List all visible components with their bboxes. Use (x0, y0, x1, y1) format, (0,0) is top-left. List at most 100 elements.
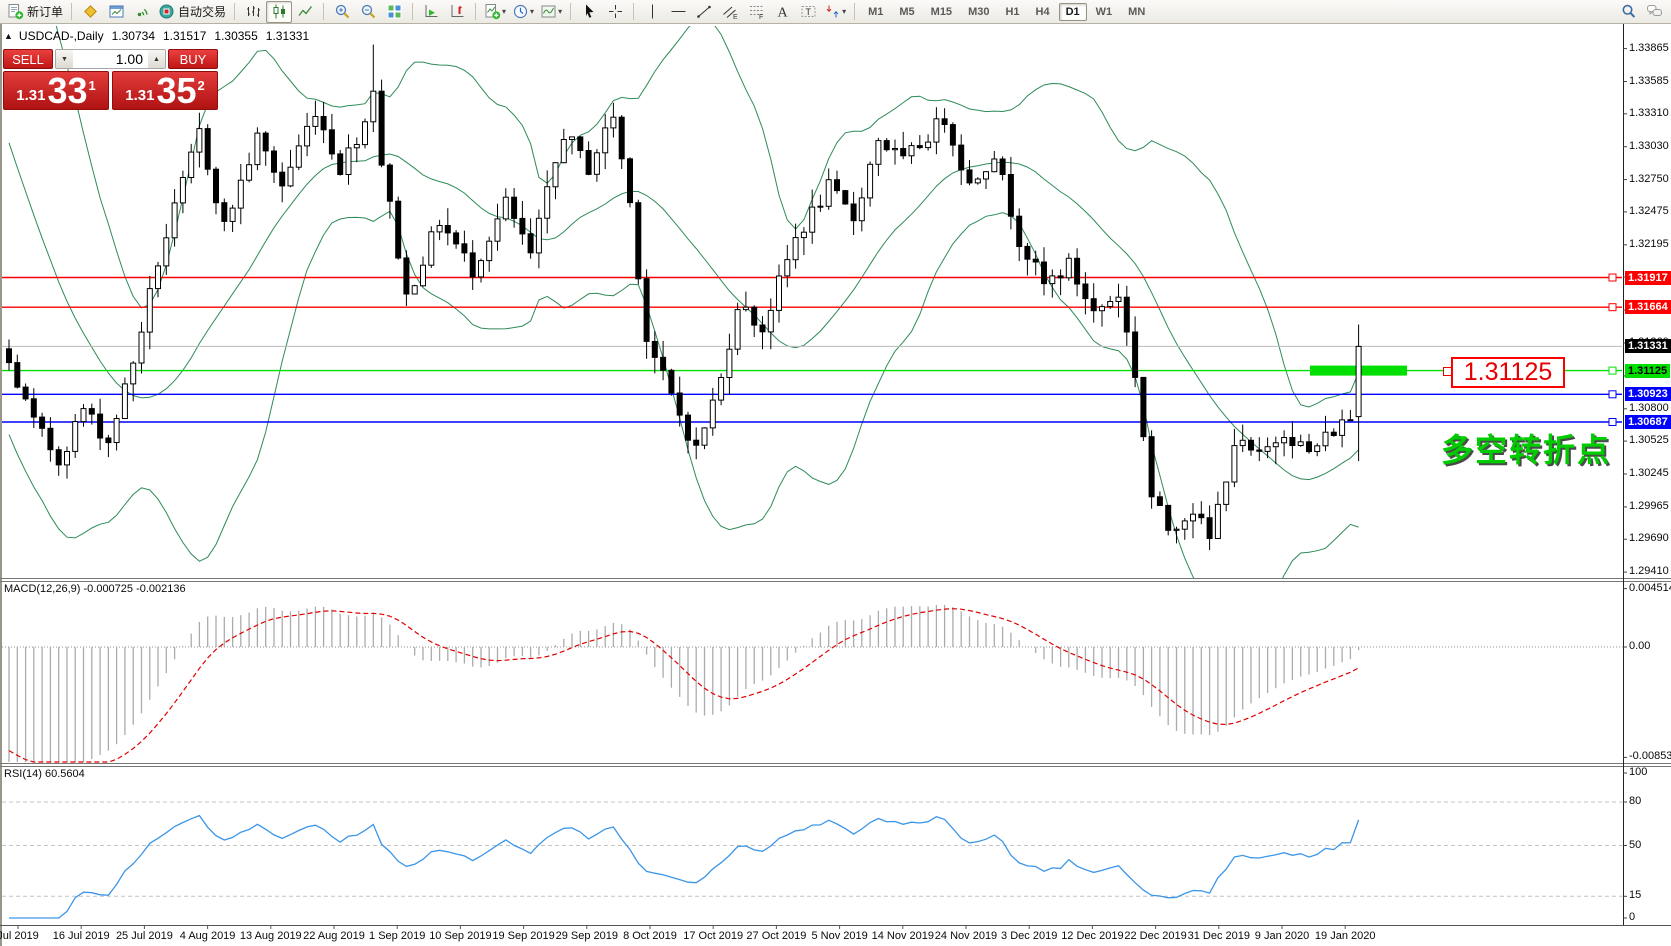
toolbar-separator (71, 3, 72, 20)
crosshair-button[interactable] (602, 1, 628, 23)
tile-windows-button[interactable] (381, 1, 407, 23)
svg-text:A: A (777, 6, 788, 21)
bull-bear-turning-point-text[interactable]: 多空转折点 (1441, 425, 1611, 471)
rsi-line[interactable] (9, 816, 1359, 918)
candles-chart-icon (271, 3, 288, 20)
deal-button[interactable] (77, 1, 103, 23)
buy-price-panel[interactable]: 1.31 35 2 (112, 71, 218, 110)
autoscroll-button[interactable] (418, 1, 444, 23)
timeframe-W1[interactable]: W1 (1089, 3, 1120, 21)
chevron-down-icon: ▾ (842, 7, 846, 16)
key-level-line-marker[interactable] (1609, 367, 1616, 374)
rsi-label: RSI(14) (4, 768, 42, 780)
toolbar-separator (323, 3, 324, 20)
volume-increase-button[interactable]: ▲ (148, 50, 165, 68)
zoom-in-icon (334, 3, 351, 20)
bollinger-middle-line (9, 143, 1359, 480)
line-chart-button[interactable] (292, 1, 318, 23)
sell-price-big: 33 (47, 74, 87, 107)
arrows-button[interactable]: ▾ (821, 1, 849, 23)
macd-value-main: -0.000725 (83, 583, 133, 595)
chart-shift-button[interactable] (444, 1, 470, 23)
toolbar-separator (412, 3, 413, 20)
zoom-out-icon (360, 3, 377, 20)
volume-input[interactable] (73, 50, 148, 68)
cursor-icon (581, 3, 598, 20)
candlestick-series[interactable] (7, 45, 1362, 551)
autoscroll-icon (423, 3, 440, 20)
timeframe-M30[interactable]: M30 (961, 3, 996, 21)
bars-chart-icon (245, 3, 262, 20)
text-icon: A (774, 3, 791, 20)
chart-icon: ▲ (4, 31, 13, 41)
chart-shift-icon (449, 3, 466, 20)
volume-stepper: ▼ ▲ (55, 49, 166, 69)
candles-chart-button[interactable] (266, 1, 292, 23)
signals-button[interactable] (129, 1, 155, 23)
ohlc-close: 1.31331 (266, 29, 309, 43)
ohlc-high: 1.31517 (163, 29, 206, 43)
sell-button[interactable]: SELL (3, 49, 53, 69)
channel-button[interactable]: E (717, 1, 743, 23)
timeframe-M5[interactable]: M5 (892, 3, 921, 21)
svg-text:F: F (759, 14, 763, 20)
main-toolbar: 新订单自动交易▾▾▾EFAT▾M1M5M15M30H1H4D1W1MN (0, 0, 1671, 24)
svg-text:T: T (805, 7, 811, 17)
chart-surface[interactable] (0, 0, 1671, 946)
macd-signal-line[interactable] (9, 609, 1359, 762)
resistance-line-2-marker[interactable] (1609, 304, 1616, 311)
text-button[interactable]: A (769, 1, 795, 23)
autotrade-label: 自动交易 (178, 3, 226, 20)
timeframe-D1[interactable]: D1 (1059, 3, 1087, 21)
rsi-value: 60.5604 (45, 768, 85, 780)
rsi-label-row: RSI(14) 60.5604 (4, 768, 85, 780)
hline-icon (670, 3, 687, 20)
search-button[interactable] (1615, 1, 1641, 23)
macd-value-signal: -0.002136 (136, 583, 186, 595)
bars-chart-button[interactable] (240, 1, 266, 23)
chevron-down-icon: ▾ (530, 7, 534, 16)
bollinger-lower-line (9, 211, 1359, 624)
cursor-button[interactable] (576, 1, 602, 23)
zoom-out-button[interactable] (355, 1, 381, 23)
timeframe-H1[interactable]: H1 (998, 3, 1026, 21)
line-chart-icon (297, 3, 314, 20)
zoom-in-button[interactable] (329, 1, 355, 23)
timeframe-MN[interactable]: MN (1121, 3, 1152, 21)
fibo-button[interactable]: F (743, 1, 769, 23)
template-icon (540, 3, 557, 20)
timeframe-M1[interactable]: M1 (861, 3, 890, 21)
periods-icon (512, 3, 529, 20)
toolbar-separator (854, 3, 855, 20)
price-callout-box[interactable]: 1.31125 (1451, 357, 1565, 388)
label-button[interactable]: T (795, 1, 821, 23)
template-button[interactable]: ▾ (537, 1, 565, 23)
volume-decrease-button[interactable]: ▼ (56, 50, 73, 68)
vline-button[interactable] (639, 1, 665, 23)
sell-price-small: 1.31 (16, 87, 45, 104)
fibo-icon: F (748, 3, 765, 20)
buy-price-small: 1.31 (125, 87, 154, 104)
macd-label: MACD(12,26,9) (4, 583, 80, 595)
macd-histogram[interactable] (9, 605, 1359, 762)
toolbar-separator (234, 3, 235, 20)
resistance-line-1-marker[interactable] (1609, 274, 1616, 281)
chat-button[interactable] (1641, 1, 1667, 23)
indicators-button[interactable]: ▾ (481, 1, 509, 23)
new-order-button[interactable]: 新订单 (4, 1, 66, 23)
trendline-button[interactable] (691, 1, 717, 23)
autotrade-button[interactable]: 自动交易 (155, 1, 229, 23)
timeframe-M15[interactable]: M15 (924, 3, 959, 21)
support-line-1-marker[interactable] (1609, 391, 1616, 398)
buy-price-sup: 2 (198, 78, 205, 93)
sell-price-panel[interactable]: 1.31 33 1 (3, 71, 109, 110)
buy-button[interactable]: BUY (168, 49, 218, 69)
toolbar-separator (475, 3, 476, 20)
timeframe-H4[interactable]: H4 (1029, 3, 1057, 21)
crosshair-icon (607, 3, 624, 20)
new-order-icon (7, 3, 24, 20)
hline-button[interactable] (665, 1, 691, 23)
new-chart-button[interactable] (103, 1, 129, 23)
channel-icon: E (722, 3, 739, 20)
periods-button[interactable]: ▾ (509, 1, 537, 23)
